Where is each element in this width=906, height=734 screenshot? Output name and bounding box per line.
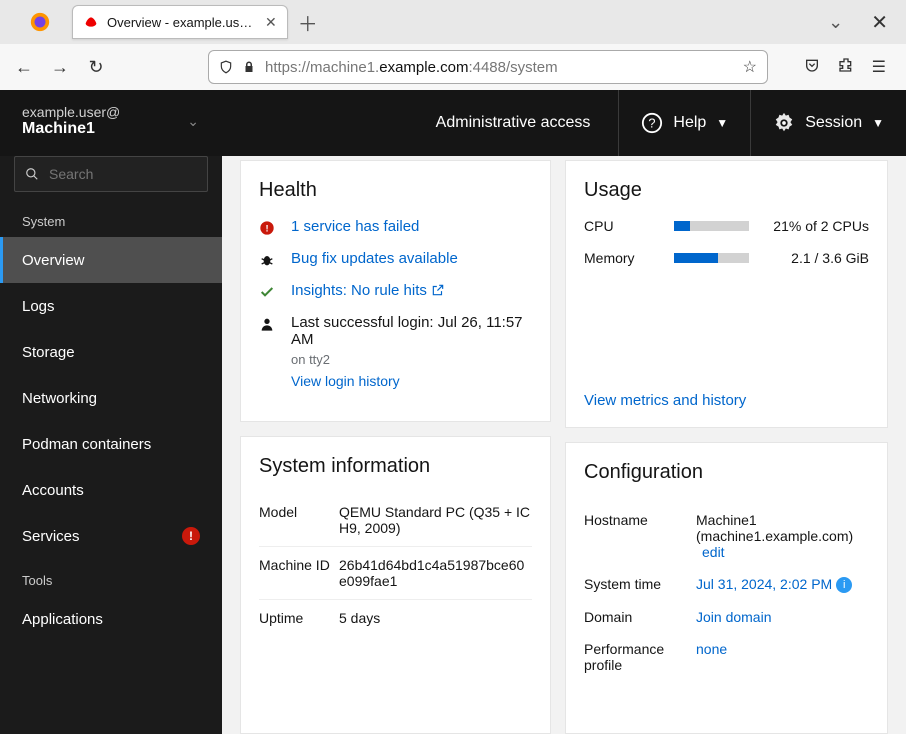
- redhat-icon: [83, 14, 99, 30]
- config-hostname-label: Hostname: [584, 512, 696, 528]
- config-hostname-fqdn: (machine1.example.com): [696, 528, 869, 544]
- health-failed-link[interactable]: 1 service has failed: [291, 218, 419, 235]
- config-title: Configuration: [584, 461, 869, 484]
- nav-item-overview[interactable]: Overview: [0, 237, 222, 283]
- last-login-tty: on tty2: [291, 352, 532, 367]
- nav-section-tools: Tools: [0, 559, 222, 596]
- last-login-text: Last successful login: Jul 26, 11:57 AM: [291, 314, 532, 348]
- nav-item-logs[interactable]: Logs: [0, 283, 222, 329]
- help-icon: ?: [641, 112, 663, 134]
- sidebar-user: example.user@: [22, 104, 120, 120]
- browser-chrome: Overview - example.user@ ✕ ＋ ⌄ ✕ ← → ↻ h…: [0, 0, 906, 90]
- nav-item-applications[interactable]: Applications: [0, 596, 222, 642]
- back-button[interactable]: ←: [10, 53, 38, 81]
- sysinfo-model-value: QEMU Standard PC (Q35 + ICH9, 2009): [339, 504, 532, 536]
- session-menu[interactable]: Session ▼: [751, 90, 906, 156]
- administrative-access-button[interactable]: Administrative access: [408, 114, 619, 132]
- tab-close-icon[interactable]: ✕: [265, 14, 277, 31]
- search-icon: [25, 167, 39, 181]
- url-bar[interactable]: https://machine1.example.com:4488/system…: [208, 50, 768, 84]
- config-hostname-edit-link[interactable]: edit: [702, 544, 725, 560]
- usage-cpu-bar: [674, 221, 749, 231]
- config-perfprofile-label: Performance profile: [584, 641, 696, 673]
- sysinfo-model-label: Model: [259, 504, 339, 536]
- usage-title: Usage: [584, 179, 869, 202]
- usage-card: Usage CPU 21% of 2 CPUs Memory 2.1 / 3.6…: [565, 160, 888, 428]
- tab-title: Overview - example.user@: [107, 15, 257, 30]
- nav-section-system: System: [0, 200, 222, 237]
- config-domain-link[interactable]: Join domain: [696, 609, 772, 625]
- window-close-icon[interactable]: ✕: [871, 10, 888, 35]
- usage-memory-label: Memory: [584, 250, 674, 266]
- browser-nav-bar: ← → ↻ https://machine1.example.com:4488/…: [0, 44, 906, 90]
- help-menu[interactable]: ? Help ▼: [619, 90, 750, 156]
- info-icon[interactable]: i: [836, 577, 852, 593]
- session-label: Session: [805, 114, 862, 132]
- config-hostname-value: Machine1: [696, 512, 869, 528]
- view-login-history-link[interactable]: View login history: [291, 373, 532, 389]
- sysinfo-title: System information: [259, 455, 532, 478]
- sidebar-search[interactable]: [14, 156, 208, 192]
- usage-memory-bar: [674, 253, 749, 263]
- external-link-icon: [431, 283, 445, 297]
- view-metrics-link[interactable]: View metrics and history: [584, 392, 746, 409]
- gear-icon: [773, 112, 795, 134]
- health-title: Health: [259, 179, 532, 202]
- nav-item-accounts[interactable]: Accounts: [0, 467, 222, 513]
- content-area: Health ! 1 service has failed Bug fix up…: [222, 156, 906, 734]
- svg-text:?: ?: [649, 116, 656, 131]
- sysinfo-uptime-label: Uptime: [259, 610, 339, 626]
- config-systemtime-link[interactable]: Jul 31, 2024, 2:02 PM: [696, 576, 832, 592]
- check-icon: [259, 282, 277, 300]
- usage-memory-value: 2.1 / 3.6 GiB: [759, 250, 869, 266]
- tabs-dropdown-icon[interactable]: ⌄: [828, 12, 843, 33]
- sidebar-host-switcher[interactable]: example.user@ Machine1 ⌄: [0, 90, 222, 156]
- lock-icon: [243, 60, 255, 74]
- sysinfo-uptime-value: 5 days: [339, 610, 532, 626]
- reload-button[interactable]: ↻: [82, 53, 110, 81]
- url-text: https://machine1.example.com:4488/system: [265, 59, 558, 76]
- nav-item-podman[interactable]: Podman containers: [0, 421, 222, 467]
- forward-button[interactable]: →: [46, 53, 74, 81]
- health-card: Health ! 1 service has failed Bug fix up…: [240, 160, 551, 422]
- firefox-icon: [28, 10, 52, 34]
- caret-down-icon: ▼: [872, 116, 884, 130]
- alert-badge-icon: !: [182, 527, 200, 545]
- svg-text:!: !: [265, 223, 268, 233]
- pocket-icon[interactable]: [804, 57, 820, 77]
- user-icon: [259, 314, 277, 332]
- health-insights-link[interactable]: Insights: No rule hits: [291, 282, 445, 299]
- usage-cpu-label: CPU: [584, 218, 674, 234]
- top-header: Administrative access ? Help ▼ Session ▼: [222, 90, 906, 156]
- extensions-icon[interactable]: [838, 57, 854, 77]
- bookmark-star-icon[interactable]: ☆: [743, 57, 757, 77]
- chevron-down-icon: ⌄: [187, 113, 199, 130]
- nav-item-networking[interactable]: Networking: [0, 375, 222, 421]
- nav-item-services[interactable]: Services!: [0, 513, 222, 559]
- config-systemtime-label: System time: [584, 576, 696, 592]
- system-information-card: System information ModelQEMU Standard PC…: [240, 436, 551, 734]
- new-tab-button[interactable]: ＋: [296, 10, 320, 34]
- sidebar-machine: Machine1: [22, 120, 120, 138]
- tab-bar: Overview - example.user@ ✕ ＋ ⌄ ✕: [0, 0, 906, 44]
- sysinfo-machineid-value: 26b41d64bd1c4a51987bce60e099fae1: [339, 557, 532, 589]
- hamburger-menu-icon[interactable]: ☰: [872, 57, 886, 77]
- config-domain-label: Domain: [584, 609, 696, 625]
- help-label: Help: [673, 114, 706, 132]
- bug-icon: [259, 250, 277, 268]
- browser-tab[interactable]: Overview - example.user@ ✕: [72, 5, 288, 39]
- caret-down-icon: ▼: [716, 116, 728, 130]
- sidebar: example.user@ Machine1 ⌄ System Overview…: [0, 90, 222, 734]
- usage-cpu-value: 21% of 2 CPUs: [759, 218, 869, 234]
- search-input[interactable]: [47, 165, 197, 183]
- configuration-card: Configuration Hostname Machine1 (machine…: [565, 442, 888, 734]
- nav-item-storage[interactable]: Storage: [0, 329, 222, 375]
- sysinfo-machineid-label: Machine ID: [259, 557, 339, 589]
- config-perfprofile-link[interactable]: none: [696, 641, 727, 657]
- error-icon: !: [259, 218, 277, 236]
- health-bugfix-link[interactable]: Bug fix updates available: [291, 250, 458, 267]
- shield-icon: [219, 59, 233, 75]
